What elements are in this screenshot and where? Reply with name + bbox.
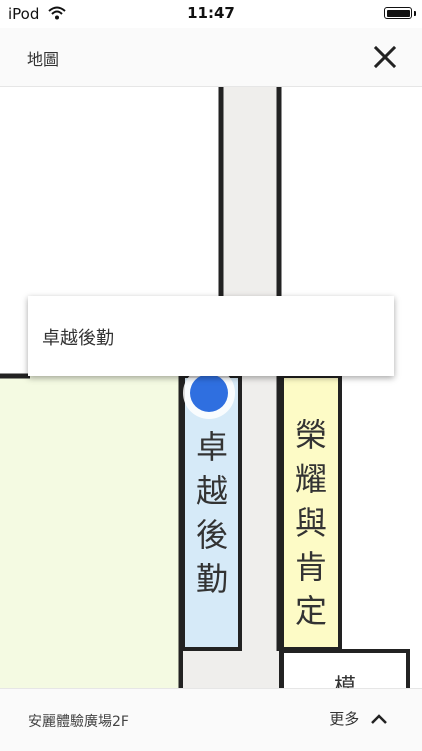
room-honor-label: 榮耀與肯定 <box>295 416 327 630</box>
more-button[interactable]: 更多 <box>329 708 388 729</box>
corridor-bottom <box>240 376 279 688</box>
floor-location: 安麗體驗廣場2F <box>28 714 129 730</box>
page-title: 地圖 <box>27 50 60 69</box>
close-button[interactable] <box>372 44 398 70</box>
battery-tip <box>414 11 416 16</box>
location-dot-icon <box>190 374 228 412</box>
hall-area <box>0 376 181 688</box>
location-popup[interactable]: 卓越後勤 <box>28 296 394 376</box>
popup-label: 卓越後勤 <box>42 328 114 349</box>
more-label: 更多 <box>329 710 360 728</box>
corridor-top <box>221 86 277 298</box>
header: 地圖 <box>0 28 422 87</box>
battery-icon <box>384 7 412 19</box>
status-time: 11:47 <box>187 4 235 22</box>
room-model-label: 模 <box>334 675 356 688</box>
map-view[interactable]: 卓越後勤 榮耀與肯定 模 卓越後勤 <box>0 86 422 688</box>
chevron-up-icon <box>371 713 387 724</box>
bottom-bar: 安麗體驗廣場2F 更多 <box>0 688 422 751</box>
corridor-lower <box>183 651 279 688</box>
close-icon <box>373 45 397 69</box>
status-bar: iPod 11:47 <box>0 0 422 28</box>
